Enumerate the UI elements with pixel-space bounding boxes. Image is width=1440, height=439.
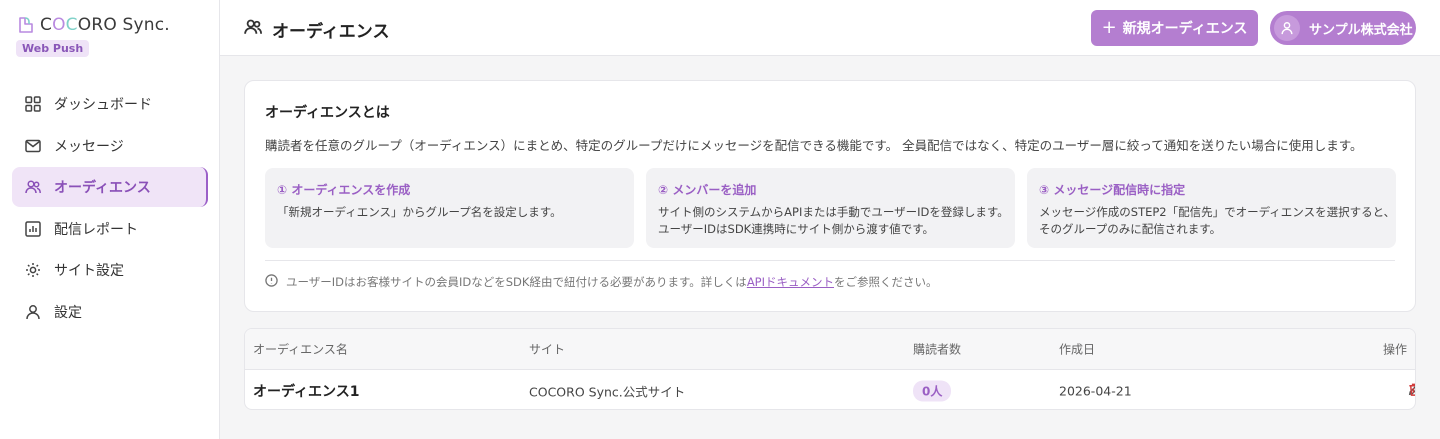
note-text-after: をご参照ください。 [834, 275, 938, 289]
mail-icon [25, 138, 41, 154]
sidebar-item-label: サイト設定 [54, 263, 124, 279]
sidebar-item-label: メッセージ [54, 138, 124, 155]
step-title: ② メンバーを追加 [658, 183, 757, 197]
new-audience-label: 新規オーディエンス [1122, 21, 1248, 37]
api-docs-link[interactable]: APIドキュメント [747, 275, 834, 289]
brand-logo-icon [16, 15, 36, 35]
sidebar-item-label: 配信レポート [54, 221, 138, 238]
main-content: オーディエンス + 新規オーディエンス サンプル株式会社 オーディエンスとは 購… [220, 0, 1440, 439]
info-icon [265, 274, 278, 290]
step-text: そのグループのみに配信されます。 [1039, 222, 1222, 236]
step-card: ③ メッセージ配信時に指定 メッセージ作成のSTEP2「配信先」でオーディエンス… [1027, 168, 1396, 248]
sidebar-item-settings[interactable]: 設定 [12, 292, 208, 332]
step-card: ① オーディエンスを作成 「新規オーディエンス」からグループ名を設定します。 [265, 168, 634, 248]
step-title: ① オーディエンスを作成 [277, 183, 411, 197]
audience-name[interactable]: オーディエンス1 [253, 381, 359, 401]
brand: COCORO Sync. Web Push [16, 15, 170, 57]
step-card: ② メンバーを追加 サイト側のシステムからAPIまたは手動でユーザーIDを登録し… [646, 168, 1015, 248]
brand-name-part: C [40, 15, 53, 35]
step-text: メッセージ作成のSTEP2「配信先」でオーディエンスを選択すると、 [1039, 205, 1396, 219]
info-note-text: ユーザーIDはお客様サイトの会員IDなどをSDK経由で紐付ける必要があります。詳… [286, 274, 938, 290]
brand-name-part: ORO Sync. [77, 15, 170, 35]
sidebar: COCORO Sync. Web Push ダッシュボード メッセージ オーディ… [0, 0, 220, 439]
column-header: 作成日 [1059, 342, 1096, 357]
info-title: オーディエンスとは [265, 105, 390, 121]
users-icon [244, 18, 262, 41]
table-row[interactable]: オーディエンス1 COCORO Sync.公式サイト 0人 2026-04-21 [245, 370, 1415, 409]
user-icon [1281, 22, 1293, 35]
dashboard-icon [25, 96, 41, 112]
sidebar-item-report[interactable]: 配信レポート [12, 209, 208, 249]
column-header: サイト [529, 342, 566, 357]
step-text: サイト側のシステムからAPIまたは手動でユーザーIDを登録します。 [658, 205, 1009, 219]
account-name: サンプル株式会社 [1309, 22, 1413, 38]
account-menu[interactable]: サンプル株式会社 [1270, 11, 1416, 45]
column-header: 購読者数 [913, 342, 962, 357]
page-title-text: オーディエンス [272, 22, 390, 42]
sidebar-item-messages[interactable]: メッセージ [12, 126, 208, 166]
audience-info-card: オーディエンスとは 購読者を任意のグループ（オーディエンス）にまとめ、特定のグル… [244, 80, 1416, 312]
new-audience-button[interactable]: + 新規オーディエンス [1091, 10, 1258, 46]
app-root: COCORO Sync. Web Push ダッシュボード メッセージ オーディ… [0, 0, 1440, 439]
delete-icon[interactable] [1407, 382, 1415, 400]
sidebar-item-label: 設定 [54, 304, 82, 321]
sidebar-item-site-settings[interactable]: サイト設定 [12, 250, 208, 290]
note-text-before: ユーザーIDはお客様サイトの会員IDなどをSDK経由で紐付ける必要があります。詳… [286, 275, 747, 289]
column-header: 操作 [1382, 342, 1407, 357]
step-title: ③ メッセージ配信時に指定 [1039, 183, 1186, 197]
steps: ① オーディエンスを作成 「新規オーディエンス」からグループ名を設定します。 ②… [265, 168, 1396, 248]
sidebar-item-audience[interactable]: オーディエンス [12, 167, 208, 207]
info-note: ユーザーIDはお客様サイトの会員IDなどをSDK経由で紐付ける必要があります。詳… [265, 274, 938, 290]
brand-badge: Web Push [16, 40, 90, 57]
info-description: 購読者を任意のグループ（オーディエンス）にまとめ、特定のグループだけにメッセージ… [265, 138, 1363, 153]
table-header: オーディエンス名 サイト 購読者数 作成日 操作 [245, 329, 1415, 370]
sidebar-item-label: ダッシュボード [54, 97, 152, 113]
brand-name-part: O [52, 15, 66, 35]
subscriber-count-badge: 0人 [913, 380, 952, 401]
brand-name: COCORO Sync. [40, 15, 170, 35]
step-text: ユーザーIDはSDK連携時にサイト側から渡す値です。 [658, 222, 935, 236]
column-header: オーディエンス名 [253, 342, 348, 357]
topbar: オーディエンス + 新規オーディエンス サンプル株式会社 [220, 0, 1440, 56]
brand-name-part: C [65, 15, 78, 35]
audience-site: COCORO Sync.公式サイト [529, 384, 686, 399]
created-date: 2026-04-21 [1059, 383, 1132, 398]
audience-table: オーディエンス名 サイト 購読者数 作成日 操作 オーディエンス1 COCORO… [244, 328, 1416, 410]
brand-row: COCORO Sync. [16, 15, 170, 35]
step-text: 「新規オーディエンス」からグループ名を設定します。 [277, 205, 562, 219]
sidebar-nav: ダッシュボード メッセージ オーディエンス 配信レポート サイト設定 設定 [12, 84, 208, 333]
divider [265, 260, 1395, 261]
page-title: オーディエンス [244, 17, 389, 42]
users-icon [25, 179, 41, 195]
user-icon [25, 304, 41, 320]
report-icon [25, 220, 41, 237]
plus-icon: + [1101, 17, 1117, 38]
sidebar-item-dashboard[interactable]: ダッシュボード [12, 84, 208, 124]
gear-icon [25, 262, 41, 278]
sidebar-item-label: オーディエンス [54, 180, 151, 196]
avatar [1274, 15, 1300, 41]
